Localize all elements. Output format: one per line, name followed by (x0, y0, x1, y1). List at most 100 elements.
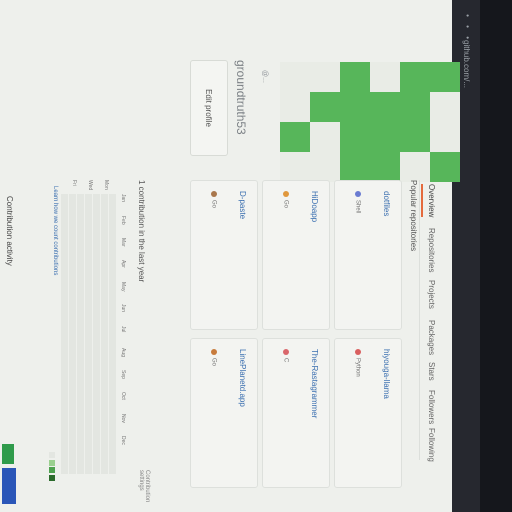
contribution-cell[interactable] (93, 264, 100, 271)
contribution-cell[interactable] (101, 411, 108, 418)
contribution-cell[interactable] (85, 362, 92, 369)
contribution-cell[interactable] (101, 369, 108, 376)
tab-following[interactable]: Following (427, 428, 436, 462)
contribution-cell[interactable] (85, 257, 92, 264)
contribution-cell[interactable] (77, 355, 84, 362)
contribution-cell[interactable] (69, 320, 76, 327)
contribution-cell[interactable] (69, 201, 76, 208)
contribution-cell[interactable] (61, 201, 68, 208)
contribution-cell[interactable] (109, 334, 116, 341)
contribution-cell[interactable] (85, 327, 92, 334)
contribution-cell[interactable] (101, 320, 108, 327)
contribution-cell[interactable] (85, 313, 92, 320)
contribution-cell[interactable] (69, 425, 76, 432)
contribution-cell[interactable] (109, 243, 116, 250)
contribution-cell[interactable] (93, 418, 100, 425)
avatar[interactable] (280, 62, 460, 182)
contribution-cell[interactable] (61, 285, 68, 292)
contribution-cell[interactable] (61, 439, 68, 446)
repo-card[interactable]: hiyouga-llama Python (334, 338, 402, 488)
contribution-cell[interactable] (77, 257, 84, 264)
contribution-cell[interactable] (101, 271, 108, 278)
repo-name[interactable]: The-Rastagrammer (310, 349, 319, 418)
contribution-cell[interactable] (69, 418, 76, 425)
contribution-cell[interactable] (109, 467, 116, 474)
contribution-cell[interactable] (61, 313, 68, 320)
contribution-cell[interactable] (69, 348, 76, 355)
contribution-cell[interactable] (77, 292, 84, 299)
contribution-cell[interactable] (85, 208, 92, 215)
contribution-cell[interactable] (69, 369, 76, 376)
contribution-cell[interactable] (77, 327, 84, 334)
contribution-cell[interactable] (93, 229, 100, 236)
contribution-cell[interactable] (61, 390, 68, 397)
contribution-cell[interactable] (109, 383, 116, 390)
contribution-cell[interactable] (85, 299, 92, 306)
tab-projects[interactable]: Projects (427, 280, 436, 309)
contribution-cell[interactable] (85, 432, 92, 439)
edit-profile-button[interactable]: Edit profile (190, 60, 228, 156)
contribution-cell[interactable] (85, 201, 92, 208)
contribution-cell[interactable] (69, 411, 76, 418)
contribution-cell[interactable] (61, 432, 68, 439)
tab-followers[interactable]: Followers (427, 390, 436, 424)
menu-dots-icon[interactable]: • • • (463, 14, 472, 42)
contribution-cell[interactable] (85, 236, 92, 243)
contribution-cell[interactable] (109, 341, 116, 348)
contribution-cell[interactable] (101, 250, 108, 257)
contribution-cell[interactable] (69, 306, 76, 313)
contribution-cell[interactable] (93, 194, 100, 201)
contribution-cell[interactable] (85, 306, 92, 313)
contribution-cell[interactable] (93, 362, 100, 369)
contribution-cell[interactable] (93, 334, 100, 341)
contribution-cell[interactable] (101, 390, 108, 397)
contribution-cell[interactable] (93, 369, 100, 376)
contribution-cell[interactable] (69, 208, 76, 215)
contribution-cell[interactable] (109, 432, 116, 439)
contribution-cell[interactable] (85, 341, 92, 348)
contribution-cell[interactable] (77, 376, 84, 383)
contribution-cell[interactable] (85, 418, 92, 425)
contribution-cell[interactable] (101, 432, 108, 439)
contribution-cell[interactable] (101, 222, 108, 229)
contribution-cell[interactable] (109, 278, 116, 285)
contribution-cell[interactable] (85, 271, 92, 278)
contribution-cell[interactable] (69, 194, 76, 201)
contribution-cell[interactable] (61, 334, 68, 341)
contribution-cell[interactable] (77, 411, 84, 418)
contribution-cell[interactable] (61, 208, 68, 215)
contribution-cell[interactable] (85, 369, 92, 376)
contribution-cell[interactable] (61, 278, 68, 285)
contribution-cell[interactable] (109, 320, 116, 327)
contribution-cell[interactable] (61, 460, 68, 467)
contribution-cell[interactable] (85, 460, 92, 467)
contribution-cell[interactable] (61, 229, 68, 236)
contribution-cell[interactable] (61, 369, 68, 376)
contribution-cell[interactable] (85, 334, 92, 341)
contribution-cell[interactable] (93, 383, 100, 390)
contribution-cell[interactable] (101, 278, 108, 285)
contribution-cell[interactable] (101, 425, 108, 432)
contribution-cell[interactable] (109, 236, 116, 243)
contribution-cell[interactable] (61, 341, 68, 348)
contribution-cell[interactable] (101, 376, 108, 383)
contribution-cell[interactable] (93, 271, 100, 278)
contribution-cell[interactable] (77, 397, 84, 404)
contribution-cell[interactable] (85, 292, 92, 299)
contribution-cell[interactable] (61, 236, 68, 243)
contribution-cell[interactable] (77, 341, 84, 348)
contribution-cell[interactable] (93, 208, 100, 215)
contribution-cell[interactable] (77, 201, 84, 208)
contribution-cell[interactable] (93, 222, 100, 229)
contribution-cell[interactable] (101, 467, 108, 474)
contribution-cell[interactable] (93, 397, 100, 404)
contribution-cell[interactable] (77, 390, 84, 397)
contribution-cell[interactable] (109, 299, 116, 306)
contribution-cell[interactable] (77, 215, 84, 222)
contribution-cell[interactable] (109, 362, 116, 369)
contribution-cell[interactable] (77, 229, 84, 236)
contribution-cell[interactable] (93, 453, 100, 460)
contribution-cell[interactable] (77, 320, 84, 327)
contribution-cell[interactable] (85, 194, 92, 201)
contribution-cell[interactable] (77, 425, 84, 432)
